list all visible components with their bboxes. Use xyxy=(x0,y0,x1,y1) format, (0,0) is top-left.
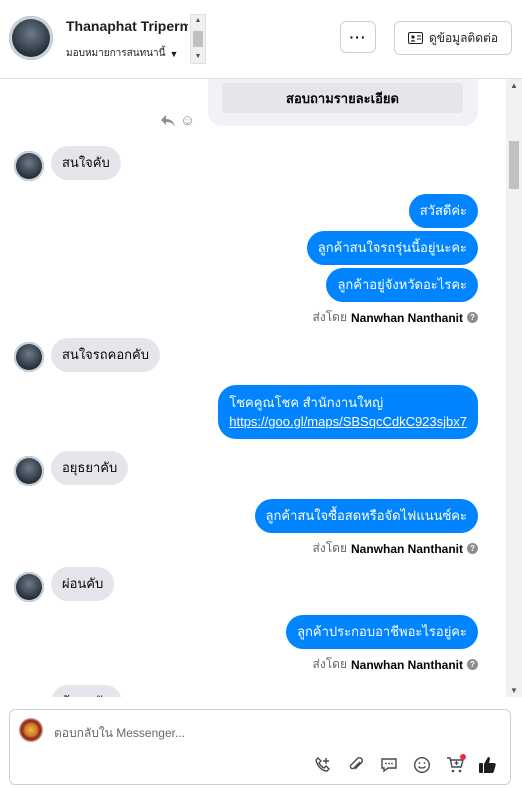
scroll-thumb[interactable] xyxy=(193,31,203,47)
sent-by-label: ส่งโดย Nanwhan Nanthanit ? xyxy=(313,308,478,327)
contact-avatar-small xyxy=(14,572,44,602)
attachment-icon[interactable] xyxy=(344,754,368,776)
inquire-details-button[interactable]: สอบถามรายละเอียด xyxy=(222,83,463,113)
scroll-up-icon[interactable]: ▲ xyxy=(191,17,205,25)
maps-link[interactable]: https://goo.gl/maps/SBSqcCdkC923sjbx7 xyxy=(229,414,467,429)
thread-scrollbar[interactable]: ▲ ▼ xyxy=(506,79,522,697)
scroll-down-icon[interactable]: ▼ xyxy=(191,53,205,61)
emoji-icon[interactable] xyxy=(410,754,434,776)
shop-cart-icon[interactable] xyxy=(443,754,467,776)
react-emoji-icon[interactable]: ☺ xyxy=(180,112,195,129)
sent-by-prefix: ส่งโดย xyxy=(312,541,347,555)
incoming-message[interactable]: อยุธยาคับ xyxy=(51,451,129,485)
scroll-up-icon[interactable]: ▲ xyxy=(506,81,522,90)
page-avatar xyxy=(19,718,43,742)
outgoing-message[interactable]: ลูกค้าสนใจรถรุ่นนี้อยู่นะคะ xyxy=(306,231,478,265)
sent-by-label: ส่งโดย Nanwhan Nanthanit ? xyxy=(313,539,478,558)
incoming-message-partial[interactable]: ผ้าอนคับ xyxy=(51,685,122,697)
view-contact-label: ดูข้อมูลติดต่อ xyxy=(428,30,499,45)
incoming-message[interactable]: สนใจรถคอกคับ xyxy=(51,338,160,372)
contact-avatar-small xyxy=(14,151,44,181)
scroll-thumb[interactable] xyxy=(509,141,519,189)
call-icon[interactable] xyxy=(311,754,335,776)
reply-icon[interactable] xyxy=(160,114,176,128)
message-actions: ☺ xyxy=(160,112,195,129)
incoming-message[interactable]: ผ่อนคับ xyxy=(51,567,115,601)
outgoing-message[interactable]: ลูกค้าประกอบอาชีพอะไรอยู่คะ xyxy=(286,615,478,649)
assign-conversation[interactable]: มอบหมายการสนทนานี้ ▼ xyxy=(66,46,178,61)
sender-name: Nanwhan Nanthanit xyxy=(350,657,463,672)
contact-avatar-small xyxy=(14,342,44,372)
help-icon[interactable]: ? xyxy=(467,543,478,554)
sent-by-prefix: ส่งโดย xyxy=(312,657,347,671)
sent-by-prefix: ส่งโดย xyxy=(312,310,347,324)
scroll-down-icon[interactable]: ▼ xyxy=(506,686,522,695)
outgoing-link-message[interactable]: โชคคูณโชค สำนักงานใหญ่ https://goo.gl/ma… xyxy=(218,385,478,439)
composer-toolbar xyxy=(311,754,500,776)
help-icon[interactable]: ? xyxy=(467,659,478,670)
help-icon[interactable]: ? xyxy=(467,312,478,323)
outgoing-message[interactable]: ลูกค้าอยู่จังหวัดอะไรคะ xyxy=(326,268,478,302)
like-icon[interactable] xyxy=(476,754,500,776)
sender-name: Nanwhan Nanthanit xyxy=(350,310,463,325)
notification-dot xyxy=(460,754,466,760)
sent-by-label: ส่งโดย Nanwhan Nanthanit ? xyxy=(313,655,478,674)
view-contact-button[interactable]: ดูข้อมูลติดต่อ xyxy=(394,21,512,55)
link-title: โชคคูณโชค สำนักงานใหญ่ xyxy=(229,395,384,410)
contact-avatar[interactable] xyxy=(9,16,53,60)
saved-replies-icon[interactable] xyxy=(377,754,401,776)
reply-composer[interactable]: ตอบกลับใน Messenger... xyxy=(9,709,511,785)
conversation-header: Thanaphat Tripermpool มอบหมายการสนทนานี้… xyxy=(0,0,522,79)
sender-name: Nanwhan Nanthanit xyxy=(350,541,463,556)
incoming-message[interactable]: สนใจคับ xyxy=(51,146,121,180)
more-options-button[interactable]: ··· xyxy=(340,21,376,53)
message-thread[interactable]: สอบถามรายละเอียด ☺ สนใจคับ สวัสดีค่ะ ลูก… xyxy=(0,79,522,697)
caret-down-icon: ▼ xyxy=(169,48,179,59)
contact-avatar-small xyxy=(14,456,44,486)
name-scrollbar[interactable]: ▲ ▼ xyxy=(190,14,206,64)
reply-input[interactable]: ตอบกลับใน Messenger... xyxy=(54,724,185,743)
contact-card-icon xyxy=(407,32,423,44)
outgoing-message[interactable]: สวัสดีค่ะ xyxy=(408,194,478,228)
contact-name[interactable]: Thanaphat Tripermpool xyxy=(66,18,188,34)
outgoing-message[interactable]: ลูกค้าสนใจซื้อสดหรือจัดไฟแนนซ์คะ xyxy=(254,499,478,533)
assign-label: มอบหมายการสนทนานี้ xyxy=(66,48,166,59)
